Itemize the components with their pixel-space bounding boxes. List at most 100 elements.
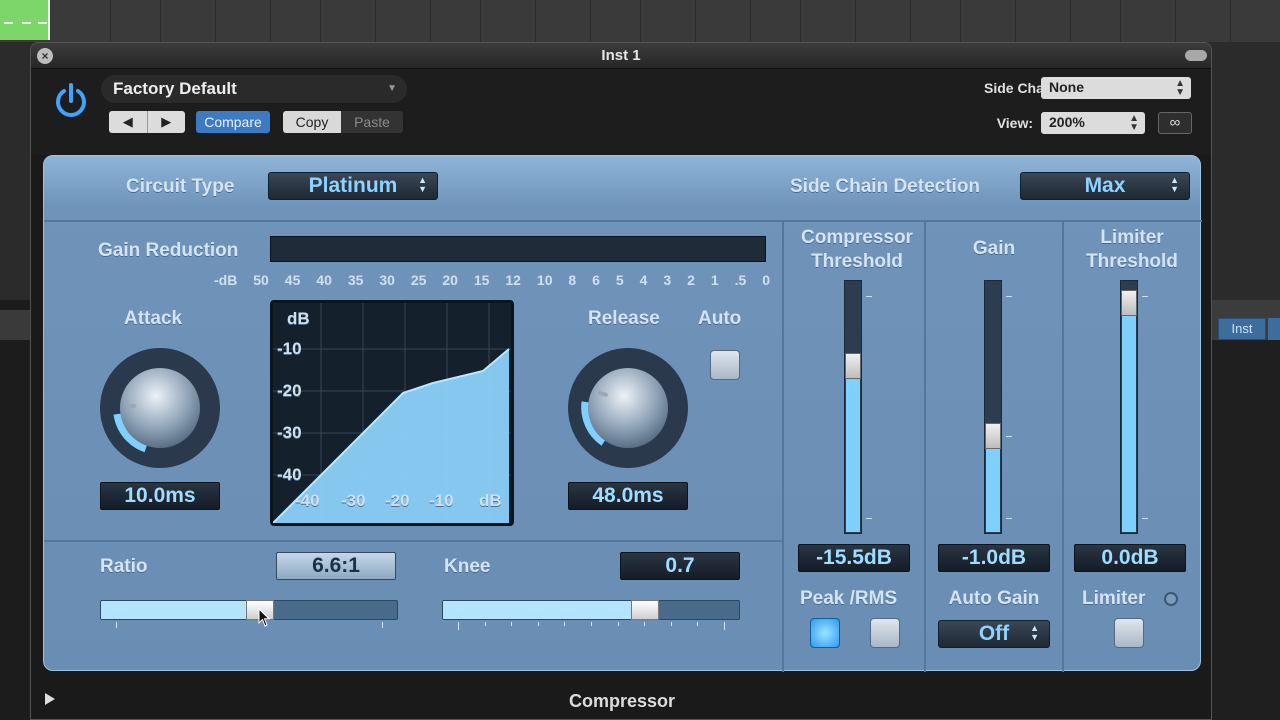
graph-y-label: -30 bbox=[277, 423, 302, 442]
gain-label: Gain bbox=[972, 238, 1016, 259]
gr-scale-label: 35 bbox=[347, 272, 364, 288]
gr-scale-label: 1 bbox=[710, 272, 719, 288]
scale-tick bbox=[458, 622, 459, 630]
view-value: 200% bbox=[1049, 114, 1085, 130]
scale-tick bbox=[697, 622, 699, 626]
attack-knob[interactable] bbox=[98, 346, 222, 470]
power-icon[interactable] bbox=[51, 81, 91, 121]
scale-tick bbox=[670, 622, 672, 626]
limiter-label: Limiter bbox=[1082, 588, 1146, 609]
track-area-right bbox=[1210, 300, 1280, 720]
scale-tick bbox=[724, 622, 725, 630]
scale-tick bbox=[866, 518, 872, 519]
gain-reduction-label: Gain Reduction bbox=[98, 240, 239, 261]
limiter-threshold-value[interactable]: 0.0dB bbox=[1074, 544, 1186, 572]
plugin-header: Factory Default ▼ ◀ ▶ Compare Copy Paste… bbox=[31, 69, 1211, 155]
midi-region[interactable] bbox=[0, 0, 50, 40]
compare-button[interactable]: Compare bbox=[196, 111, 270, 133]
side-chain-detection-select[interactable]: Max ▲ ▼ bbox=[1020, 172, 1190, 200]
gain-handle[interactable] bbox=[985, 423, 1001, 449]
track-button-partial[interactable] bbox=[1268, 318, 1280, 340]
auto-release-label: Auto bbox=[698, 308, 742, 329]
gr-scale-label: 12 bbox=[505, 272, 521, 288]
release-knob[interactable] bbox=[566, 346, 690, 470]
peak-button[interactable] bbox=[810, 618, 840, 648]
gr-scale-label: 0 bbox=[762, 272, 770, 288]
side-chain-select[interactable]: None ▲ ▼ bbox=[1041, 77, 1191, 99]
gr-scale-label: .5 bbox=[734, 272, 747, 288]
compressor-threshold-handle[interactable] bbox=[845, 353, 861, 379]
circuit-type-label: Circuit Type bbox=[126, 176, 235, 197]
auto-release-button[interactable] bbox=[710, 350, 740, 380]
circuit-type-select[interactable]: Platinum ▲ ▼ bbox=[268, 172, 438, 200]
paste-button[interactable]: Paste bbox=[341, 111, 403, 133]
auto-gain-select[interactable]: Off ▲ ▼ bbox=[938, 620, 1050, 648]
knee-value[interactable]: 0.7 bbox=[620, 552, 740, 580]
divider bbox=[44, 220, 1202, 222]
limiter-button[interactable] bbox=[1114, 618, 1144, 648]
scale-tick bbox=[537, 622, 539, 626]
compressor-threshold-value[interactable]: -15.5dB bbox=[798, 544, 910, 572]
scale-tick bbox=[511, 622, 513, 626]
limiter-threshold-label-line1: Limiter bbox=[1100, 227, 1164, 248]
divider bbox=[1062, 222, 1064, 672]
gr-scale-label: 45 bbox=[284, 272, 301, 288]
toolbar-toggle-button[interactable] bbox=[1185, 50, 1207, 61]
rms-button[interactable] bbox=[870, 618, 900, 648]
next-preset-button[interactable]: ▶ bbox=[146, 111, 186, 133]
knee-slider-handle[interactable] bbox=[631, 600, 659, 620]
compressor-threshold-fader[interactable] bbox=[844, 280, 862, 534]
graph-x-label: -40 bbox=[295, 491, 320, 510]
link-icon[interactable]: ∞ bbox=[1158, 112, 1192, 134]
auto-gain-value: Off bbox=[978, 622, 1010, 645]
view-select[interactable]: 200% ▲ ▼ bbox=[1041, 112, 1145, 134]
plugin-window: × Inst 1 Factory Default ▼ ◀ ▶ Compare C… bbox=[30, 42, 1212, 720]
compressor-threshold-label-line2: Threshold bbox=[811, 251, 903, 272]
side-chain-value: None bbox=[1049, 79, 1084, 95]
scale-tick bbox=[617, 622, 619, 626]
title-bar[interactable]: × Inst 1 bbox=[31, 43, 1211, 69]
side-chain-detection-label: Side Chain Detection bbox=[790, 176, 981, 197]
divider bbox=[44, 540, 782, 542]
gain-fader[interactable] bbox=[984, 280, 1002, 534]
ratio-slider[interactable] bbox=[100, 600, 398, 620]
scale-tick bbox=[866, 296, 872, 297]
limiter-threshold-fader[interactable] bbox=[1120, 280, 1138, 534]
scale-tick bbox=[1006, 436, 1012, 437]
scale-tick bbox=[1006, 518, 1012, 519]
inst-track-button[interactable]: Inst bbox=[1218, 318, 1266, 340]
attack-label: Attack bbox=[124, 308, 183, 329]
circuit-type-value: Platinum bbox=[308, 174, 398, 197]
limiter-threshold-handle[interactable] bbox=[1121, 290, 1137, 316]
attack-value[interactable]: 10.0ms bbox=[100, 482, 220, 510]
graph-x-label: -10 bbox=[429, 491, 454, 510]
gr-scale-label: 50 bbox=[253, 272, 269, 288]
plugin-name: Compressor bbox=[568, 691, 676, 711]
gr-scale-label: 5 bbox=[615, 272, 624, 288]
release-value[interactable]: 48.0ms bbox=[568, 482, 688, 510]
preset-menu[interactable]: Factory Default ▼ bbox=[101, 75, 407, 103]
divider bbox=[782, 222, 784, 672]
graph-y-label: -40 bbox=[277, 465, 302, 484]
gain-value[interactable]: -1.0dB bbox=[938, 544, 1050, 572]
curve-svg bbox=[272, 303, 511, 524]
graph-x-label: -30 bbox=[341, 491, 366, 510]
graph-y-label: dB bbox=[287, 309, 310, 328]
stepper-icon: ▲ ▼ bbox=[1170, 175, 1179, 194]
compressor-threshold-label-line1: Compressor bbox=[801, 227, 913, 248]
gr-scale-label: 8 bbox=[568, 272, 577, 288]
limiter-threshold-label: Limiter Threshold bbox=[1064, 226, 1200, 274]
graph-x-label: dB bbox=[479, 491, 502, 510]
gr-scale-label: 10 bbox=[536, 272, 553, 288]
side-chain-label: Side Chain: bbox=[983, 80, 1061, 96]
knee-slider[interactable] bbox=[442, 600, 740, 620]
scale-tick bbox=[1142, 518, 1148, 519]
gr-scale-label: 20 bbox=[442, 272, 458, 288]
gain-reduction-scale: -dB 50 45 40 35 30 25 20 15 12 10 8 6 5 … bbox=[214, 272, 770, 288]
mouse-cursor-icon bbox=[258, 608, 271, 627]
ratio-value[interactable]: 6.6:1 bbox=[276, 552, 396, 580]
previous-preset-button[interactable]: ◀ bbox=[109, 111, 147, 133]
knee-label: Knee bbox=[444, 556, 491, 577]
copy-button[interactable]: Copy bbox=[283, 111, 341, 133]
stepper-icon: ▲ ▼ bbox=[1175, 78, 1185, 98]
